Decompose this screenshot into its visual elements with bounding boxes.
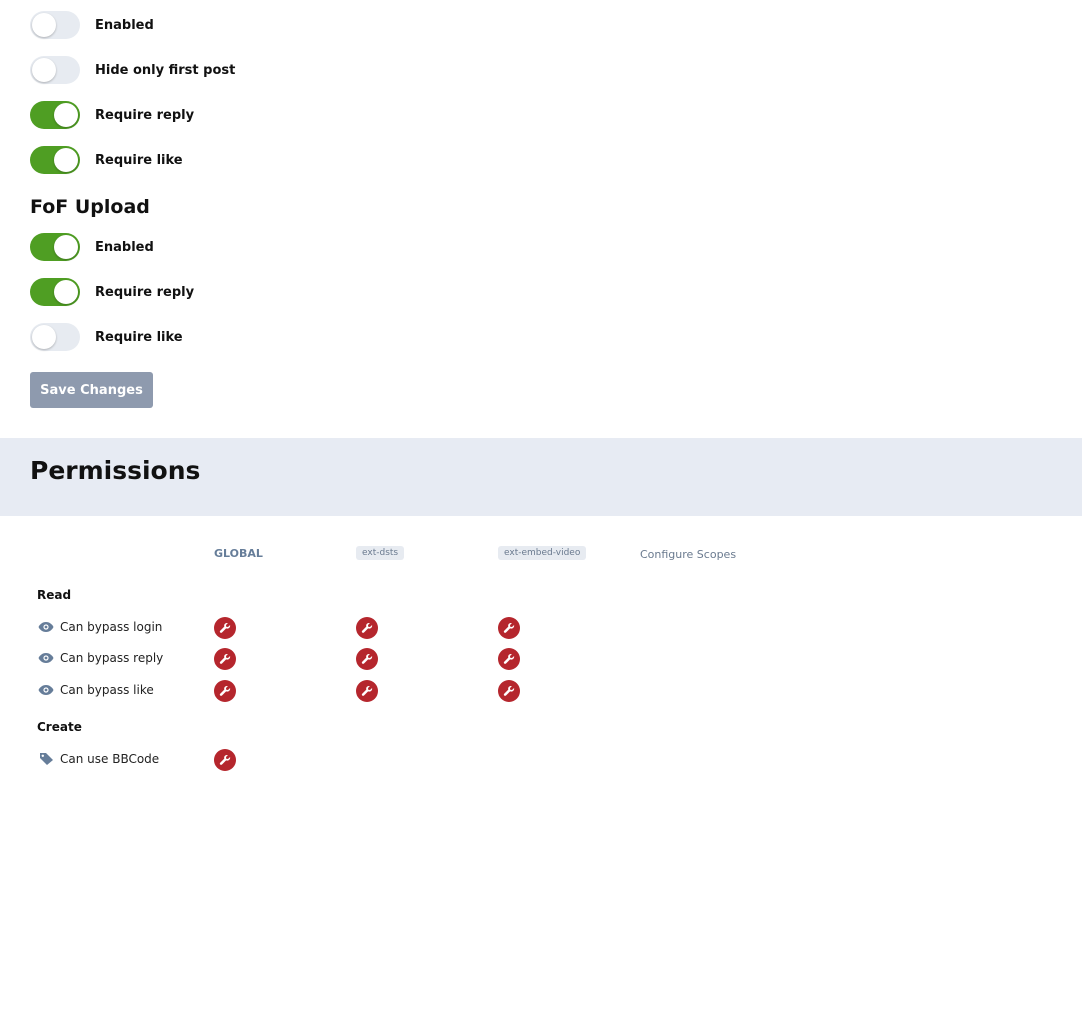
- wrench-icon[interactable]: [498, 648, 520, 670]
- toggle-label: Require like: [95, 152, 183, 168]
- permission-label: Can bypass login: [60, 620, 163, 634]
- upload-require-reply-switch[interactable]: [30, 278, 80, 306]
- toggle-upload-require-like[interactable]: Require like: [30, 323, 430, 351]
- switch-knob: [32, 325, 56, 349]
- switch-knob: [54, 148, 78, 172]
- eye-icon: [38, 620, 54, 634]
- wrench-icon[interactable]: [356, 648, 378, 670]
- column-global: GLOBAL: [214, 547, 263, 560]
- wrench-icon[interactable]: [356, 680, 378, 702]
- section-title-fof-upload: FoF Upload: [30, 196, 150, 218]
- permission-row: Can bypass like: [0, 679, 1082, 703]
- wrench-icon[interactable]: [498, 680, 520, 702]
- toggle-require-like[interactable]: Require like: [30, 146, 430, 174]
- toggle-label: Enabled: [95, 17, 154, 33]
- toggle-upload-require-reply[interactable]: Require reply: [30, 278, 430, 306]
- group-title-create: Create: [37, 720, 82, 734]
- toggle-require-reply[interactable]: Require reply: [30, 101, 430, 129]
- wrench-icon[interactable]: [498, 617, 520, 639]
- column-scope-ext-embed-video: ext-embed-video: [498, 546, 587, 560]
- toggle-label: Enabled: [95, 239, 154, 255]
- switch-knob: [54, 103, 78, 127]
- switch-knob: [32, 13, 56, 37]
- toggle-hide-only-first-post[interactable]: Hide only first post: [30, 56, 430, 84]
- toggle-label: Hide only first post: [95, 62, 236, 78]
- toggle-upload-enabled[interactable]: Enabled: [30, 233, 430, 261]
- wrench-icon[interactable]: [214, 749, 236, 771]
- eye-icon: [38, 683, 54, 697]
- permissions-grid: GLOBAL ext-dsts ext-embed-video Configur…: [0, 516, 1082, 771]
- enabled-switch[interactable]: [30, 11, 80, 39]
- wrench-icon[interactable]: [214, 680, 236, 702]
- permission-row: Can use BBCode: [0, 748, 1082, 772]
- hide-first-post-switch[interactable]: [30, 56, 80, 84]
- permission-label: Can bypass like: [60, 683, 154, 697]
- toggle-label: Require reply: [95, 107, 195, 123]
- switch-knob: [32, 58, 56, 82]
- require-reply-switch[interactable]: [30, 101, 80, 129]
- wrench-icon[interactable]: [356, 617, 378, 639]
- column-scope-ext-dsts: ext-dsts: [356, 546, 405, 560]
- permission-row: Can bypass reply: [0, 647, 1082, 671]
- toggle-label: Require reply: [95, 284, 195, 300]
- require-like-switch[interactable]: [30, 146, 80, 174]
- upload-enabled-switch[interactable]: [30, 233, 80, 261]
- permissions-header: Permissions: [0, 438, 1082, 516]
- switch-knob: [54, 280, 78, 304]
- wrench-icon[interactable]: [214, 617, 236, 639]
- upload-require-like-switch[interactable]: [30, 323, 80, 351]
- permission-row: Can bypass login: [0, 616, 1082, 640]
- toggle-label: Require like: [95, 329, 183, 345]
- eye-icon: [38, 651, 54, 665]
- configure-scopes-link[interactable]: Configure Scopes: [640, 548, 736, 561]
- tag-icon: [38, 752, 54, 766]
- wrench-icon[interactable]: [214, 648, 236, 670]
- toggle-enabled[interactable]: Enabled: [30, 11, 430, 39]
- save-changes-button[interactable]: Save Changes: [30, 372, 153, 408]
- group-title-read: Read: [37, 588, 72, 602]
- switch-knob: [54, 235, 78, 259]
- permission-label: Can bypass reply: [60, 651, 164, 665]
- permission-label: Can use BBCode: [60, 752, 160, 766]
- page-title: Permissions: [30, 456, 201, 485]
